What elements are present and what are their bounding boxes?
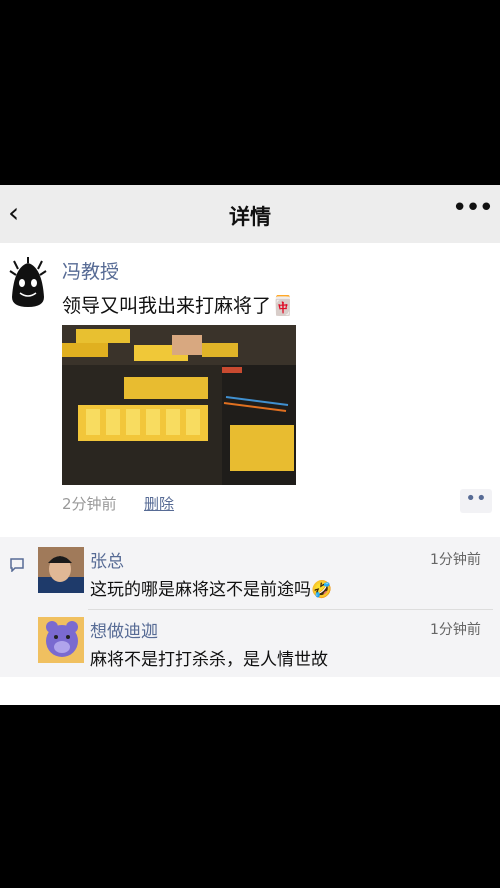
comment-time: 1分钟前 — [430, 552, 481, 568]
post-author-name[interactable]: 冯教授 — [62, 257, 119, 284]
post-time: 2分钟前 — [62, 495, 117, 513]
comments-section: 张总 1分钟前 这玩的哪是麻将这不是前途吗🤣 想做迪迦 1分钟前 麻将不是打打杀… — [0, 537, 500, 677]
comment-text: 麻将不是打打杀杀，是人情世故 — [90, 650, 328, 670]
moment-detail-screen: ‹ 详情 ••• 冯教授 领导又叫我出来打麻将了🀄 2分钟前 删除 •• 张总 … — [0, 185, 500, 705]
comment-text-content: 这玩的哪是麻将这不是前途吗 — [90, 580, 311, 600]
commenter-name[interactable]: 张总 — [90, 547, 124, 572]
comment-divider — [88, 609, 493, 610]
post-photo[interactable] — [62, 325, 296, 485]
more-dots-icon[interactable]: ••• — [452, 193, 494, 223]
commenter-avatar[interactable] — [38, 547, 84, 593]
page-title: 详情 — [229, 205, 271, 229]
commenter-avatar[interactable] — [38, 617, 84, 663]
mahjong-emoji: 🀄 — [271, 295, 295, 317]
comment-time: 1分钟前 — [430, 622, 481, 638]
laughing-emoji: 🤣 — [311, 580, 333, 600]
top-bar: ‹ 详情 ••• — [0, 185, 500, 243]
comment-like-menu-button[interactable]: •• — [460, 489, 492, 513]
comment-icon — [10, 557, 24, 573]
post-text: 领导又叫我出来打麻将了🀄 — [62, 291, 295, 318]
post-text-content: 领导又叫我出来打麻将了 — [62, 295, 272, 317]
avatar[interactable] — [8, 257, 48, 309]
comment-text: 这玩的哪是麻将这不是前途吗🤣 — [90, 575, 332, 600]
delete-link[interactable]: 删除 — [144, 493, 174, 514]
commenter-name[interactable]: 想做迪迦 — [90, 617, 158, 642]
